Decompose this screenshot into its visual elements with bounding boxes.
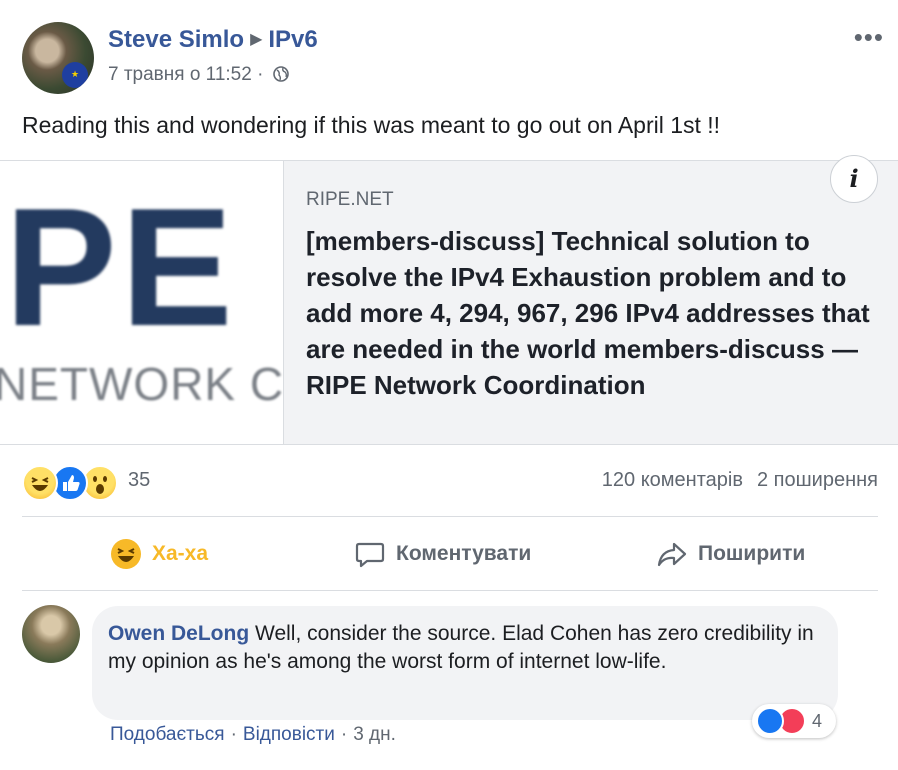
share-label: Поширити	[698, 542, 806, 565]
share-icon	[657, 542, 687, 567]
comment-bubble: Owen DeLong Well, consider the source. E…	[92, 606, 838, 720]
comment-like-link[interactable]: Подобається	[110, 724, 225, 745]
comment-icon	[355, 542, 385, 568]
link-preview-image[interactable]: IPE NETWORK COO	[0, 161, 284, 444]
post-header: Steve Simlo ▶ IPv6	[108, 26, 318, 54]
comment-body: Owen DeLong Well, consider the source. E…	[108, 620, 828, 676]
post-text: Reading this and wondering if this was m…	[22, 112, 721, 138]
arrow-right-icon: ▶	[250, 31, 263, 48]
more-options-icon[interactable]: •••	[854, 22, 884, 53]
preview-image-logo-text: IPE	[0, 173, 237, 361]
post-meta: 7 травня о 11:52 ·	[108, 64, 289, 86]
info-icon[interactable]: i	[830, 155, 878, 203]
globe-icon[interactable]	[272, 66, 289, 82]
comment-time[interactable]: 3 дн.	[353, 724, 396, 745]
comments-count[interactable]: 120 коментарів	[602, 469, 743, 491]
link-domain: RIPE.NET	[306, 189, 394, 210]
haha-reaction-button[interactable]: Ха-ха	[110, 534, 208, 574]
eu-flag-badge: ★	[62, 62, 88, 88]
comment-label: Коментувати	[396, 542, 532, 565]
author-name[interactable]: Steve Simlo	[108, 26, 244, 53]
comment-reply-link[interactable]: Відповісти	[243, 724, 335, 745]
preview-image-subtext: NETWORK COO	[0, 358, 284, 410]
comment-reaction-count: 4	[812, 710, 823, 731]
commenter-avatar[interactable]	[22, 605, 80, 663]
divider	[22, 590, 878, 591]
shares-count[interactable]: 2 поширення	[757, 469, 878, 491]
like-icon	[756, 707, 784, 735]
meta-separator: ·	[257, 64, 264, 85]
reaction-count[interactable]: 35	[128, 469, 150, 492]
reaction-icons[interactable]	[22, 465, 126, 501]
link-preview-card[interactable]: IPE NETWORK COO RIPE.NET [members-discus…	[0, 160, 898, 445]
commenter-name[interactable]: Owen DeLong	[108, 622, 249, 645]
haha-icon	[111, 539, 141, 569]
comment-actions: Подобається · Відповісти · 3 дн.	[110, 724, 396, 746]
post-date[interactable]: 7 травня о 11:52	[108, 64, 252, 85]
comment-button[interactable]: Коментувати	[354, 534, 531, 574]
divider	[22, 516, 878, 517]
share-button[interactable]: Поширити	[656, 534, 805, 574]
separator: ·	[340, 724, 348, 745]
link-title[interactable]: [members-discuss] Technical solution to …	[306, 223, 876, 415]
haha-icon	[22, 465, 58, 501]
engagement-stats: 120 коментарів 2 поширення	[602, 469, 878, 492]
author-avatar[interactable]: ★	[22, 22, 94, 94]
separator: ·	[230, 724, 237, 745]
haha-label: Ха-ха	[152, 542, 209, 565]
group-name[interactable]: IPv6	[268, 26, 317, 53]
comment-reactions[interactable]: 4	[752, 704, 837, 738]
